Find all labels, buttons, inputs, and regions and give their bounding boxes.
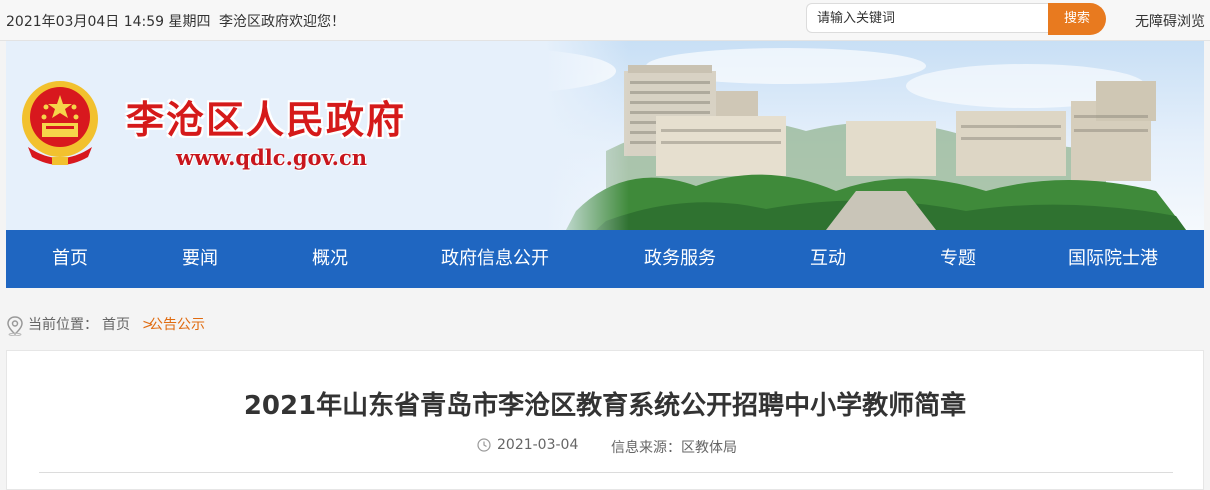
- welcome-text: 李沧区政府欢迎您！: [219, 14, 345, 30]
- search-input[interactable]: 请输入关键词: [806, 3, 1048, 33]
- top-bar: 2021年03月04日 14:59 星期四 李沧区政府欢迎您！ 请输入关键词 搜…: [0, 0, 1210, 41]
- national-emblem-icon: [22, 81, 98, 165]
- header-banner: 李沧区人民政府 www.qdlc.gov.cn: [6, 41, 1204, 230]
- breadcrumb-home-link[interactable]: 首页: [102, 312, 130, 338]
- breadcrumb-current[interactable]: 公告公示: [149, 312, 205, 338]
- site-title: 李沧区人民政府: [126, 97, 407, 142]
- search-button[interactable]: 搜索: [1048, 3, 1106, 35]
- nav-gov-info[interactable]: 政府信息公开: [410, 230, 580, 288]
- main-nav: 首页 要闻 概况 政府信息公开 政务服务 互动 专题 国际院士港: [6, 230, 1204, 288]
- nav-home[interactable]: 首页: [20, 230, 120, 288]
- clock-icon: [477, 438, 491, 452]
- nav-services[interactable]: 政务服务: [620, 230, 740, 288]
- site-url: www.qdlc.gov.cn: [176, 145, 368, 170]
- nav-overview[interactable]: 概况: [280, 230, 380, 288]
- search-form: 请输入关键词 搜索: [806, 3, 1106, 35]
- article-panel: 2021年山东省青岛市李沧区教育系统公开招聘中小学教师简章 2021-03-04…: [6, 350, 1204, 490]
- breadcrumb-label: 当前位置：: [28, 317, 98, 333]
- divider: [39, 472, 1173, 473]
- nav-topics[interactable]: 专题: [908, 230, 1008, 288]
- nav-interaction[interactable]: 互动: [778, 230, 878, 288]
- publish-date: 2021-03-04: [497, 437, 579, 453]
- article-title: 2021年山东省青岛市李沧区教育系统公开招聘中小学教师简章: [243, 391, 967, 421]
- nav-academician-port[interactable]: 国际院士港: [1048, 230, 1178, 288]
- info-source: 信息来源：区教体局: [611, 440, 737, 456]
- current-date: 2021年03月04日 14:59 星期四: [6, 14, 211, 30]
- location-pin-icon: [7, 316, 23, 336]
- nav-news[interactable]: 要闻: [150, 230, 250, 288]
- accessibility-link[interactable]: 无障碍浏览: [1135, 11, 1205, 31]
